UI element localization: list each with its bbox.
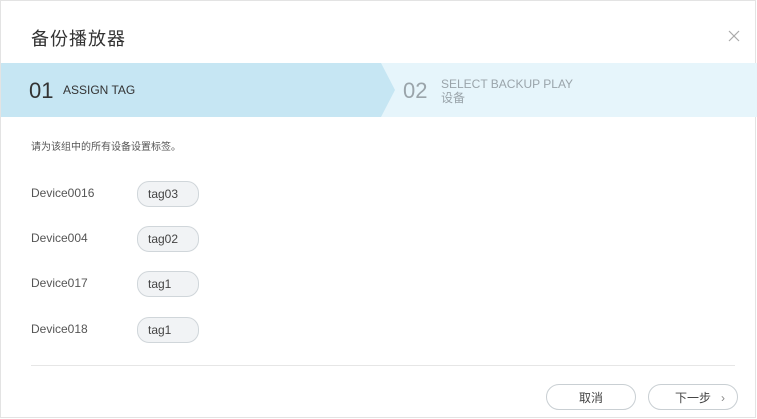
step-label-line2: 设备 [441, 91, 466, 105]
step-label-line1: SELECT BACKUP PLAY [441, 77, 574, 91]
footer-divider [31, 365, 735, 366]
tag-field[interactable]: tag03 [137, 181, 199, 207]
device-name: Device018 [31, 322, 88, 336]
device-name: Device0016 [31, 186, 95, 200]
backup-player-dialog: 备份播放器 01 ASSIGN TAG 02 SELECT BACKUP PLA… [0, 0, 757, 418]
device-name: Device017 [31, 276, 88, 290]
next-button-label: 下一步 [674, 391, 711, 405]
cancel-button[interactable]: 取消 [546, 384, 636, 410]
dialog-title: 备份播放器 [31, 29, 126, 49]
next-button[interactable]: 下一步 › [648, 384, 738, 410]
step-number: 02 [403, 78, 428, 103]
tag-field[interactable]: tag1 [137, 271, 199, 297]
device-name: Device004 [31, 231, 88, 245]
step-label: ASSIGN TAG [63, 83, 136, 97]
step-assign-tag: 01 ASSIGN TAG [1, 63, 381, 117]
tag-field[interactable]: tag02 [137, 226, 199, 252]
step-label: SELECT BACKUP PLAY 设备 [441, 77, 573, 105]
wizard-steps: 01 ASSIGN TAG [1, 63, 757, 117]
step-number: 01 [29, 78, 54, 103]
instruction-text: 请为该组中的所有设备设置标签。 [31, 142, 181, 153]
step-arrow [381, 63, 395, 117]
chevron-right-icon: › [721, 391, 725, 405]
close-icon[interactable] [727, 29, 741, 43]
tag-field[interactable]: tag1 [137, 317, 199, 343]
